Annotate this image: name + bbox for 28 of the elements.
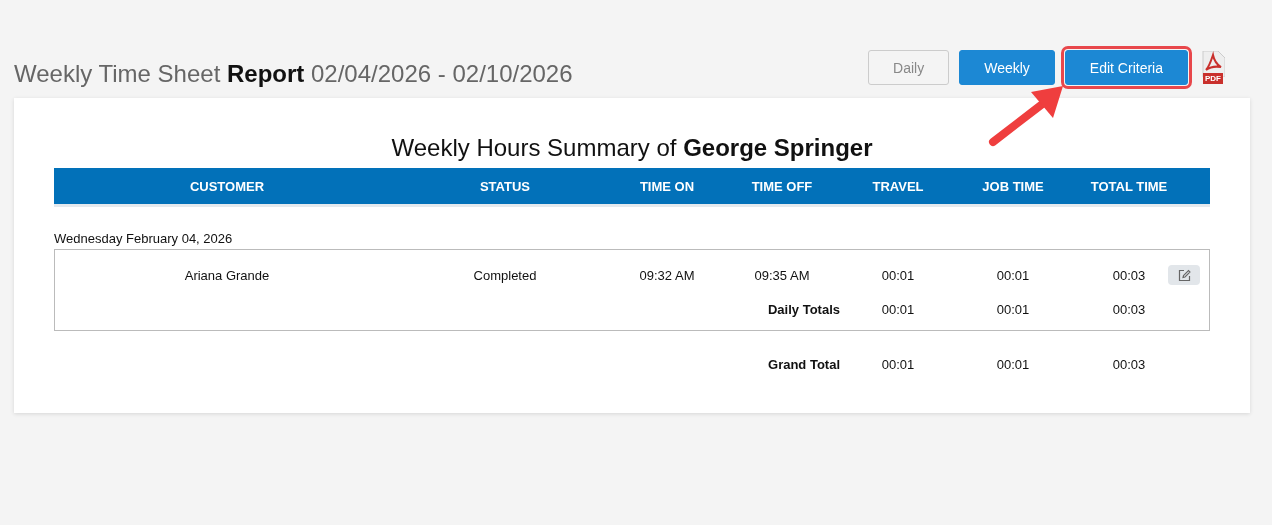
summary-title: Weekly Hours Summary of George Springer (390, 134, 874, 162)
view-button[interactable]: Weekly (959, 50, 1055, 85)
total-cell-text: 00:01 (995, 357, 1031, 372)
table-cell-text: Completed (472, 267, 538, 283)
column-header: TIME ON (638, 178, 696, 194)
table-cell-text: 00:03 (1111, 267, 1147, 283)
total-cell-text: 00:01 (880, 301, 916, 317)
total-cell-text: 00:01 (880, 357, 916, 372)
table-cell-text: 00:01 (880, 267, 916, 283)
table-cell-text: Ariana Grande (183, 267, 271, 283)
column-header: JOB TIME (981, 178, 1045, 194)
column-header: TOTAL TIME (1089, 178, 1169, 194)
column-header: CUSTOMER (188, 178, 266, 194)
column-header: TRAVEL (871, 178, 925, 194)
table-cell-text: 09:35 AM (753, 267, 811, 283)
grand-total-label: Grand Total (767, 357, 840, 372)
edit-icon[interactable] (1168, 265, 1200, 285)
table-cell-text: 00:01 (995, 267, 1031, 283)
total-cell-text: 00:01 (995, 301, 1031, 317)
column-header: TIME OFF (750, 178, 814, 194)
date-heading: Wednesday February 04, 2026 (54, 231, 234, 246)
total-cell-text: 00:03 (1111, 357, 1147, 372)
total-cell-text: 00:03 (1111, 301, 1147, 317)
table-cell-text: 09:32 AM (638, 267, 696, 283)
view-button[interactable]: Daily (868, 50, 950, 85)
report-title: Weekly Time Sheet Report 02/04/2026 - 02/10/2026 (14, 60, 573, 88)
daily-totals-label: Daily Totals (767, 301, 840, 317)
column-header: STATUS (478, 178, 532, 194)
